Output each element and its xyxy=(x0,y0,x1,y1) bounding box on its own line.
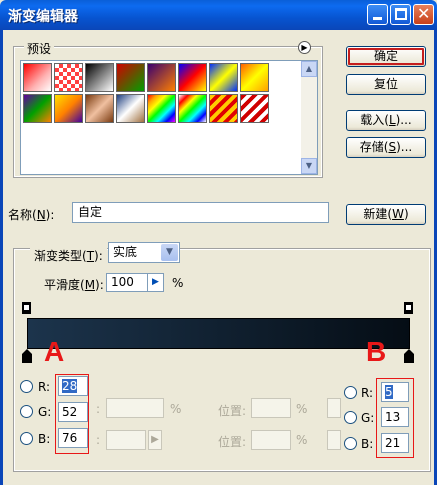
preset-swatch-yellow-red-stripes[interactable] xyxy=(209,94,238,123)
delete-button-disabled-2 xyxy=(327,430,341,450)
new-label: 新建( xyxy=(363,207,393,221)
preset-swatch-violet-green-orange[interactable] xyxy=(23,94,52,123)
g-label-right: G: xyxy=(361,411,375,425)
radio-b-left[interactable] xyxy=(20,432,33,445)
presets-label: 预设 xyxy=(24,40,55,57)
preset-swatch-transparent-rainbow[interactable] xyxy=(178,94,207,123)
load-button[interactable]: 载入(L)... xyxy=(346,110,426,131)
preset-swatch-black-white[interactable] xyxy=(85,63,114,92)
opacity-unit: % xyxy=(170,402,182,416)
color-stop-right-icon[interactable] xyxy=(404,349,414,363)
preset-swatch-yellow-violet[interactable] xyxy=(54,94,83,123)
maximize-button[interactable] xyxy=(390,4,411,25)
radio-g-left[interactable] xyxy=(20,405,33,418)
color-arrow-icon: ▶ xyxy=(148,430,162,450)
title-bar: 渐变编辑器 ✕ xyxy=(0,0,437,30)
type-label-prefix: 渐变类型( xyxy=(34,249,87,263)
name-label-suffix: ): xyxy=(45,208,55,222)
annotation-box-b xyxy=(376,378,414,458)
annotation-box-a xyxy=(55,374,89,454)
r-label-right: R: xyxy=(361,386,374,400)
preset-swatch-red-transparent[interactable] xyxy=(23,63,52,92)
g-label-left: G: xyxy=(38,405,52,419)
radio-b-right[interactable] xyxy=(344,437,357,450)
minimize-icon xyxy=(373,17,382,20)
presets-scrollbar[interactable]: ▲ ▼ xyxy=(301,61,317,174)
new-button[interactable]: 新建(W) xyxy=(346,204,426,225)
minimize-button[interactable] xyxy=(367,4,388,25)
radio-r-left[interactable] xyxy=(20,380,33,393)
window-frame-left xyxy=(0,30,3,485)
b-label-left: B: xyxy=(38,432,51,446)
preset-swatch-red-white-stripes[interactable] xyxy=(240,94,269,123)
preset-swatch-copper[interactable] xyxy=(85,94,114,123)
radio-g-right[interactable] xyxy=(344,411,357,424)
new-suffix: ) xyxy=(403,207,409,221)
opacity-stop-right-icon[interactable] xyxy=(404,302,413,314)
ok-button[interactable]: 确定 xyxy=(346,46,426,67)
scroll-up-icon[interactable]: ▲ xyxy=(301,61,317,77)
preset-swatch-orange-yellow[interactable] xyxy=(240,63,269,92)
opacity-stop-left-icon[interactable] xyxy=(22,302,31,314)
close-icon: ✕ xyxy=(417,4,431,23)
name-label: 名称(N): xyxy=(8,206,54,223)
disabled-colon-2: : xyxy=(96,433,101,447)
name-label-prefix: 名称( xyxy=(8,208,37,222)
preset-swatch-red-checker[interactable] xyxy=(54,63,83,92)
gradient-type-label: 渐变类型(T): xyxy=(30,247,107,264)
load-suffix: )... xyxy=(395,113,412,127)
position-label-2: 位置: xyxy=(218,435,247,449)
save-key: S xyxy=(388,140,397,154)
reset-button[interactable]: 复位 xyxy=(346,74,426,95)
type-label-key: T xyxy=(86,249,95,263)
preset-swatch-blue-red-yellow[interactable] xyxy=(178,63,207,92)
type-label-suffix: ): xyxy=(94,249,103,263)
gradient-type-select[interactable]: 实底 ▼ xyxy=(108,242,180,263)
opacity-input-disabled xyxy=(106,398,164,418)
annotation-letter-b: B xyxy=(366,336,387,367)
save-suffix: )... xyxy=(396,140,413,154)
name-input[interactable]: 自定 xyxy=(72,202,329,223)
disabled-colon-1: : xyxy=(96,402,101,416)
position-label-1: 位置: xyxy=(218,404,247,418)
smooth-label-prefix: 平滑度( xyxy=(44,278,85,292)
preset-swatch-chrome[interactable] xyxy=(116,94,145,123)
preset-swatch-violet-orange[interactable] xyxy=(147,63,176,92)
save-label: 存储( xyxy=(359,140,389,154)
position-input-disabled-1 xyxy=(251,398,291,418)
color-stop-left-icon[interactable] xyxy=(22,349,32,363)
gradient-type-value: 实底 xyxy=(113,245,138,259)
preset-swatch-spectrum[interactable] xyxy=(147,94,176,123)
preset-swatch-red-green[interactable] xyxy=(116,63,145,92)
new-key: W xyxy=(392,207,404,221)
smoothness-input[interactable]: 100 xyxy=(106,273,148,292)
r-label-left: R: xyxy=(38,380,51,394)
close-button[interactable]: ✕ xyxy=(413,4,434,25)
load-key: L xyxy=(388,113,396,127)
position-unit-2: % xyxy=(296,433,308,447)
radio-r-right[interactable] xyxy=(344,386,357,399)
window-title: 渐变编辑器 xyxy=(8,9,78,25)
smooth-label-key: M xyxy=(84,278,96,292)
b-label-right: B: xyxy=(361,437,374,451)
chevron-down-icon[interactable]: ▼ xyxy=(161,244,178,261)
smooth-label-suffix: ): xyxy=(95,278,104,292)
color-swatch-disabled xyxy=(106,430,146,450)
position-unit-1: % xyxy=(296,402,308,416)
load-label: 载入( xyxy=(360,113,389,127)
presets-menu-icon[interactable]: ▶ xyxy=(298,41,311,54)
smoothness-unit: % xyxy=(172,276,184,290)
gradient-preview-bar[interactable] xyxy=(27,318,410,349)
smoothness-label: 平滑度(M): xyxy=(44,276,104,293)
delete-button-disabled-1 xyxy=(327,398,341,418)
save-button[interactable]: 存储(S)... xyxy=(346,137,426,158)
maximize-icon xyxy=(395,8,407,20)
position-input-disabled-2 xyxy=(251,430,291,450)
smoothness-dropdown-icon[interactable]: ▶ xyxy=(148,273,164,292)
name-label-key: N xyxy=(36,208,46,222)
preset-swatch-blue-yellow-blue[interactable] xyxy=(209,63,238,92)
annotation-letter-a: A xyxy=(44,336,65,367)
scroll-down-icon[interactable]: ▼ xyxy=(301,158,317,174)
